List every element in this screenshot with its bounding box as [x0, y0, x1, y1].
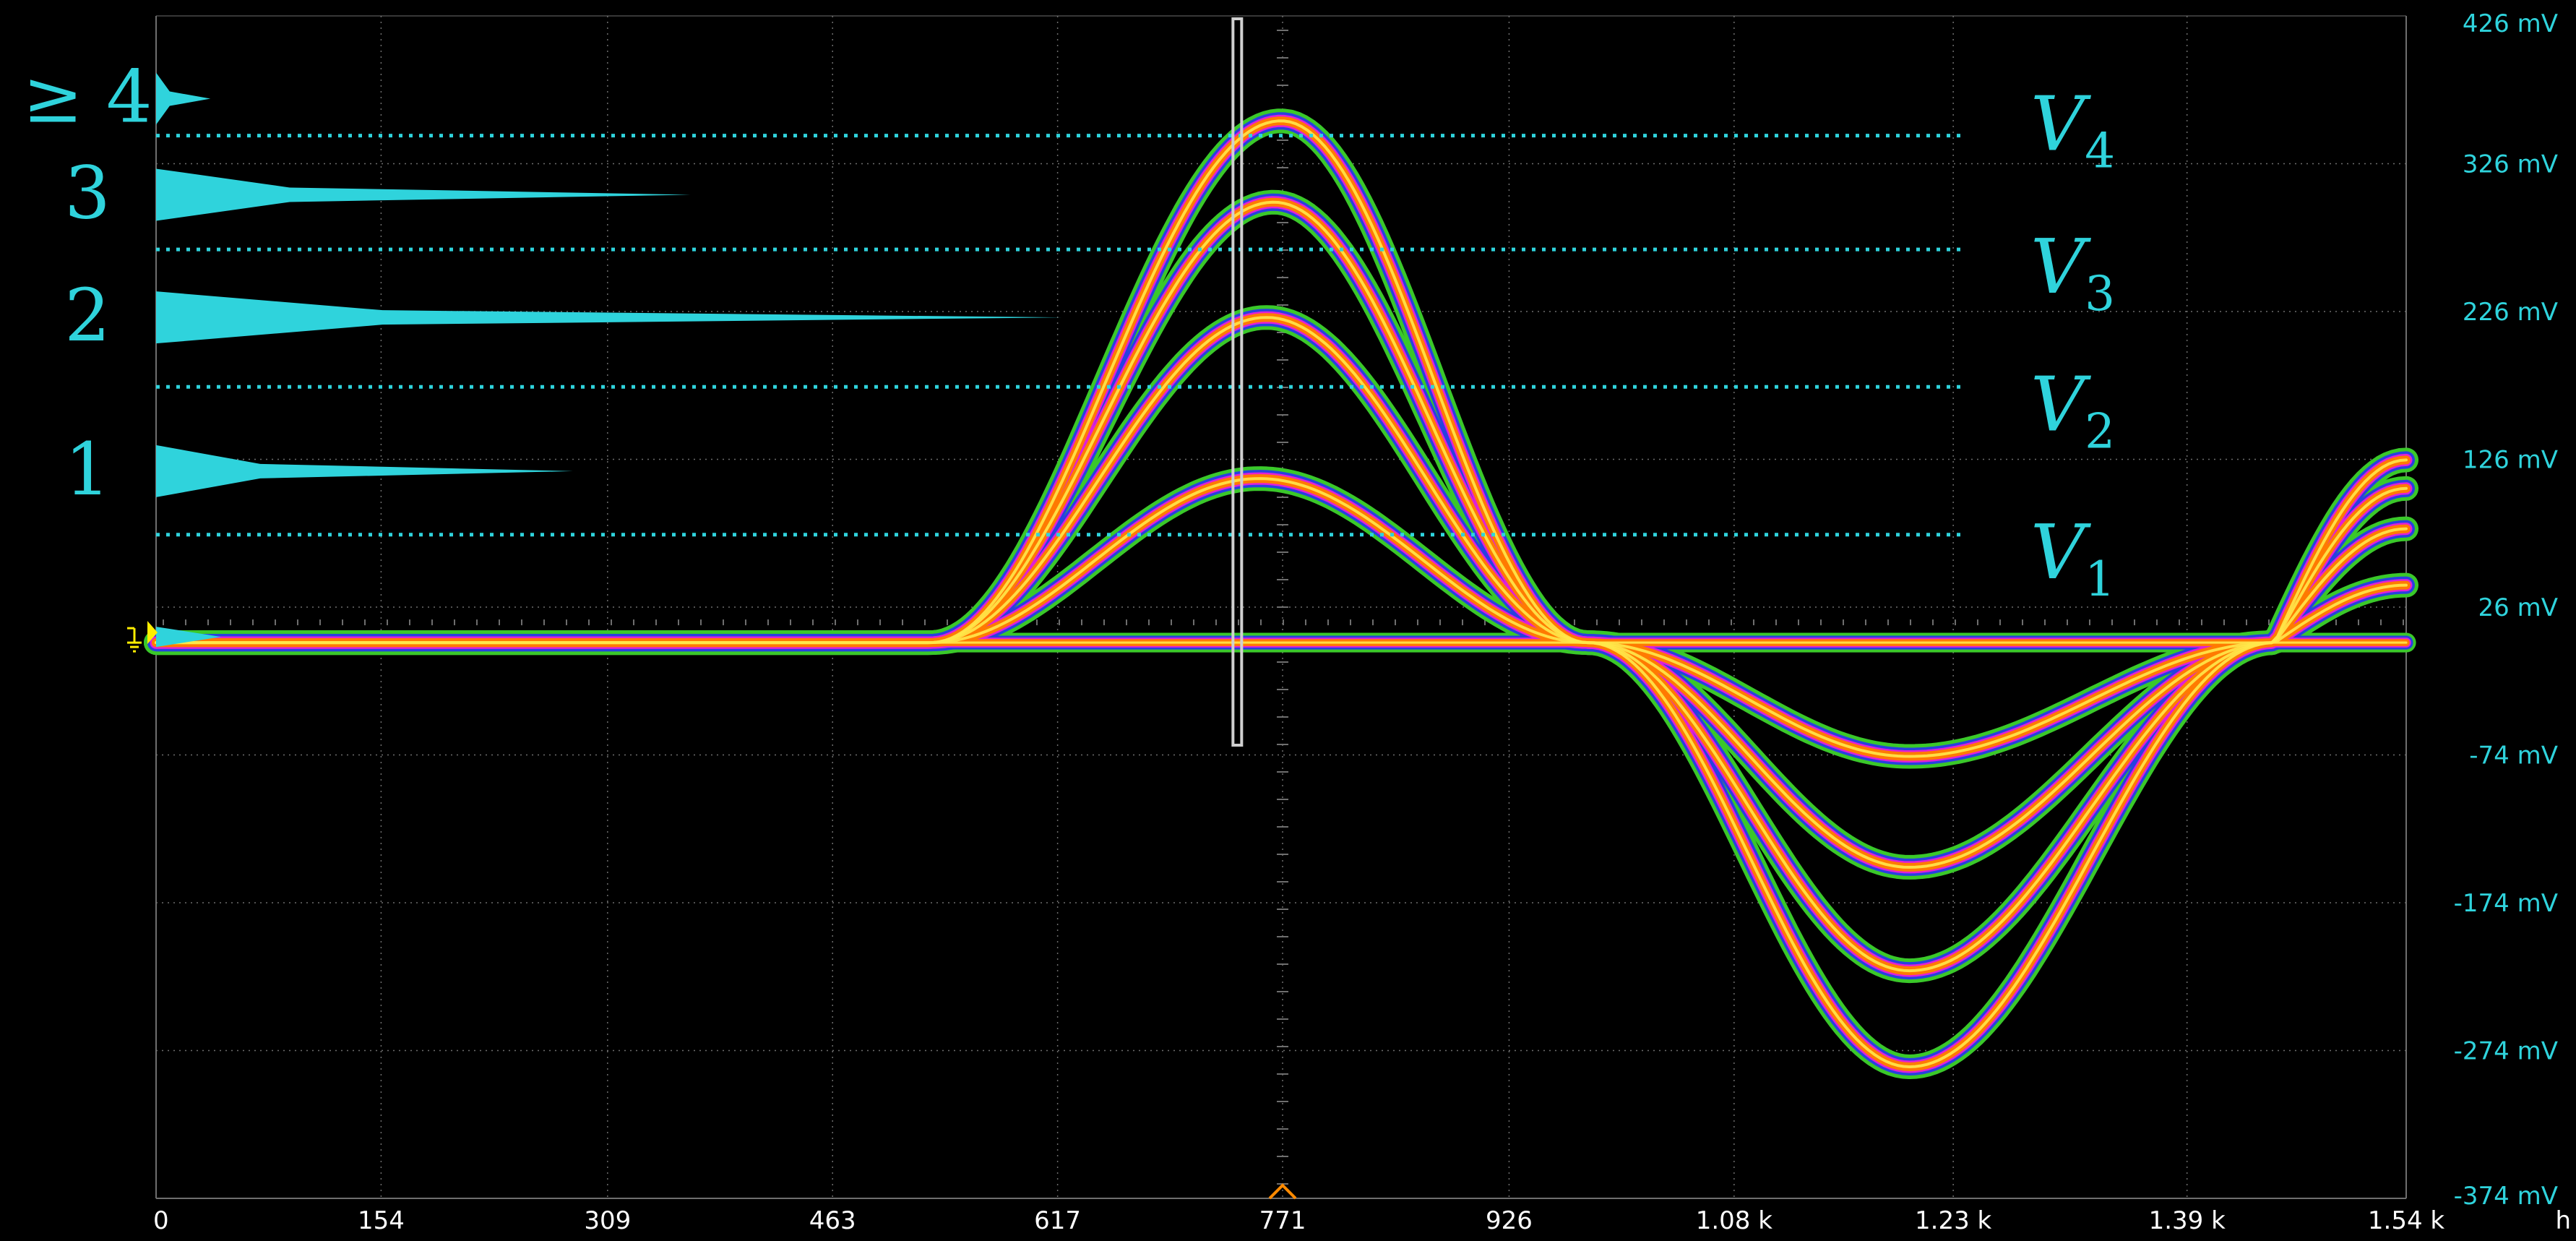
threshold-letter: V — [2030, 360, 2091, 448]
oscilloscope-display: 123≥ 4 V1V2V3V4 426 mV326 mV226 mV126 mV… — [0, 0, 2576, 1241]
threshold-subscript: 3 — [2085, 266, 2115, 322]
bucket-label-2: 2 — [64, 273, 111, 358]
bucket-label-1: 1 — [64, 427, 111, 512]
x-tick-label: 617 — [1034, 1206, 1081, 1235]
threshold-subscript: 1 — [2085, 551, 2115, 607]
x-tick-label: 926 — [1486, 1206, 1533, 1235]
y-tick-label: 326 mV — [2463, 150, 2558, 179]
bucket-label-4: ≥ 4 — [22, 55, 152, 139]
y-tick-label: -174 mV — [2454, 889, 2558, 918]
y-tick-label: -374 mV — [2454, 1182, 2558, 1211]
plot-background — [0, 0, 2576, 1241]
y-tick-label: -274 mV — [2454, 1037, 2558, 1066]
x-tick-label: 1.39 k — [2149, 1206, 2226, 1235]
x-tick-label: 1.23 k — [1915, 1206, 1992, 1235]
x-tick-label: 1.54 k — [2368, 1206, 2445, 1235]
bucket-label-3: 3 — [64, 150, 111, 235]
threshold-subscript: 2 — [2085, 403, 2115, 459]
y-tick-label: 126 mV — [2463, 446, 2558, 475]
y-tick-label: 26 mV — [2478, 593, 2558, 622]
threshold-letter: V — [2030, 508, 2091, 596]
x-unit-label: h — [2555, 1206, 2571, 1235]
y-tick-label: -74 mV — [2469, 742, 2558, 770]
threshold-letter: V — [2030, 223, 2091, 311]
threshold-letter: V — [2030, 80, 2091, 168]
y-tick-label: 226 mV — [2463, 298, 2558, 327]
x-tick-label: 0 — [153, 1206, 169, 1235]
x-tick-label: 309 — [584, 1206, 631, 1235]
x-tick-label: 1.08 k — [1696, 1206, 1773, 1235]
x-tick-label: 771 — [1259, 1206, 1306, 1235]
x-tick-label: 154 — [358, 1206, 405, 1235]
x-tick-label: 463 — [809, 1206, 856, 1235]
threshold-subscript: 4 — [2085, 124, 2115, 179]
y-tick-label: 426 mV — [2463, 9, 2558, 38]
